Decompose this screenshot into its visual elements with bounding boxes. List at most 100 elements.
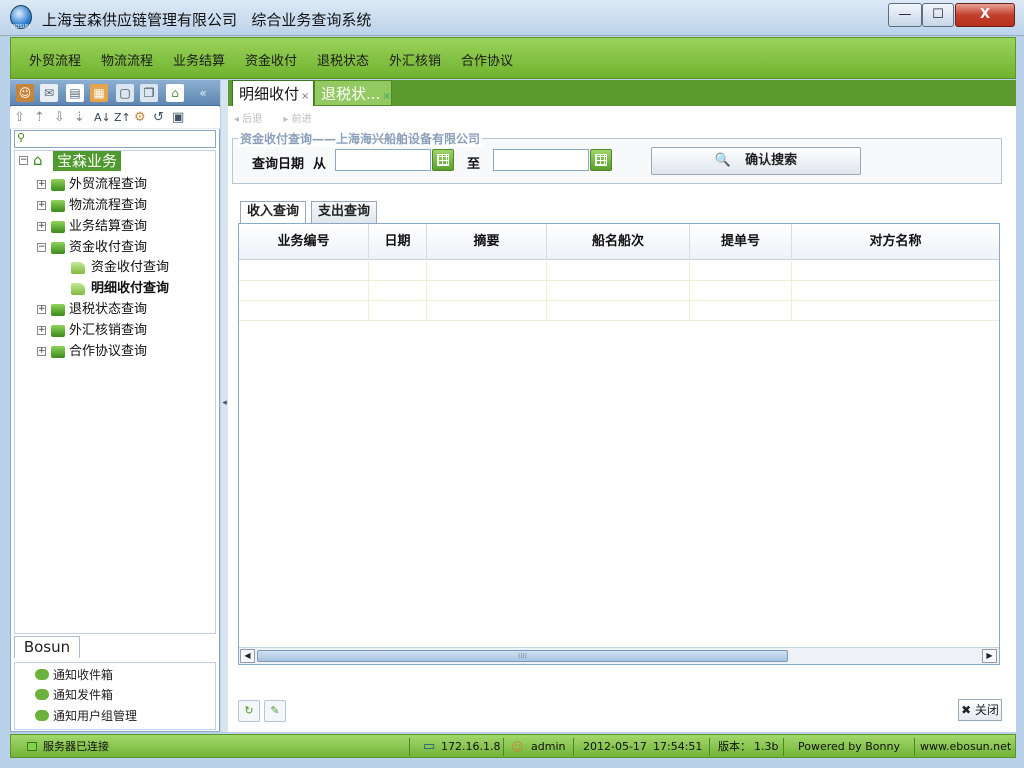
expand-toggle-icon[interactable]: + xyxy=(37,305,46,314)
column-header[interactable]: 摘要 xyxy=(427,224,547,260)
collapse-arrow-icon[interactable]: ◂ xyxy=(221,398,228,408)
current-date: 2012-05-17 xyxy=(583,740,647,753)
chat-bubble-icon xyxy=(35,689,49,700)
search-icon: ⚲ xyxy=(17,131,26,144)
column-header[interactable]: 日期 xyxy=(369,224,427,260)
forward-button[interactable]: ▸ 前进 xyxy=(283,114,311,125)
home-icon[interactable]: ⌂ xyxy=(166,84,184,102)
sort-desc-icon[interactable]: Z↑ xyxy=(114,110,131,126)
app-name: 上海宝森供应链管理有限公司 xyxy=(42,11,238,29)
collapse-toggle-icon[interactable]: − xyxy=(37,243,46,252)
home-icon: ⌂ xyxy=(33,151,43,169)
tree-toolbar: ⇧ ⇡ ⇩ ⇣ A↓ Z↑ ⚙ ↺ ▣ xyxy=(10,107,220,129)
expand-toggle-icon[interactable]: + xyxy=(37,201,46,210)
menu-funds[interactable]: 资金收付 xyxy=(245,50,297,69)
search-button-label: 确认搜索 xyxy=(745,153,798,168)
menu-agreements[interactable]: 合作协议 xyxy=(461,50,513,69)
tab-tax-refund[interactable]: 退税状... × xyxy=(314,80,392,106)
tree-item-label: 物流流程查询 xyxy=(69,198,148,213)
copy-icon[interactable]: ❐ xyxy=(140,84,158,102)
refresh-button[interactable]: ↻ xyxy=(238,700,260,722)
expand-all-icon[interactable]: ⚙ xyxy=(134,110,146,126)
menu-forex[interactable]: 外汇核销 xyxy=(389,50,441,69)
server-status: 服务器已连接 xyxy=(43,740,109,753)
scroll-right-button[interactable]: ▶ xyxy=(982,649,997,663)
date-from-input[interactable] xyxy=(335,149,431,171)
menu-foreign-trade[interactable]: 外贸流程 xyxy=(29,50,81,69)
collapse-icon[interactable]: « xyxy=(194,84,212,102)
table-row[interactable] xyxy=(239,261,999,281)
nav-buttons: ◂ 后退 ▸ 前进 xyxy=(234,110,312,125)
bosun-panel-tab[interactable]: Bosun xyxy=(14,636,80,658)
column-header[interactable]: 对方名称 xyxy=(792,224,999,260)
tree-item-label: 退税状态查询 xyxy=(69,302,148,317)
tab-detail-payments[interactable]: 明细收付 × xyxy=(232,80,314,106)
tree-item-label: 外贸流程查询 xyxy=(69,177,148,192)
date-to-picker[interactable] xyxy=(590,149,612,171)
tree-search-input[interactable]: ⚲ xyxy=(14,130,216,148)
calendar-icon xyxy=(595,154,607,166)
tab-expense-query[interactable]: 支出查询 xyxy=(311,201,378,223)
menu-settlement[interactable]: 业务结算 xyxy=(173,50,225,69)
users-icon[interactable]: ☺ xyxy=(16,84,34,102)
column-header[interactable]: 提单号 xyxy=(690,224,792,260)
minimize-button[interactable]: — xyxy=(888,3,922,27)
notification-panel: 通知收件箱 通知发件箱 通知用户组管理 xyxy=(14,662,216,730)
query-legend: 资金收付查询——上海海兴船舶设备有限公司 xyxy=(238,130,483,147)
move-top-icon[interactable]: ⇧ xyxy=(14,110,25,126)
grid-header: 业务编号 日期 摘要 船名船次 提单号 对方名称 xyxy=(239,224,999,260)
export-button[interactable]: ✎ xyxy=(264,700,286,722)
mail-icon[interactable]: ✉ xyxy=(40,84,58,102)
expand-toggle-icon[interactable]: + xyxy=(37,222,46,231)
move-up-icon[interactable]: ⇡ xyxy=(34,110,45,126)
sort-asc-icon[interactable]: A↓ xyxy=(94,110,111,126)
horizontal-scrollbar[interactable]: ◀ ⁞⁞⁞⁞ ▶ xyxy=(239,647,999,664)
back-button[interactable]: ◂ 后退 xyxy=(234,114,262,125)
expand-toggle-icon[interactable]: + xyxy=(37,347,46,356)
column-header[interactable]: 业务编号 xyxy=(239,224,369,260)
left-toolbar: ☺ ✉ ▤ ▦ ▢ ❐ ⌂ « xyxy=(10,80,220,106)
chat-bubble-icon xyxy=(35,710,49,721)
expand-toggle-icon[interactable]: + xyxy=(37,326,46,335)
tab-income-query[interactable]: 收入查询 xyxy=(240,201,307,223)
confirm-search-button[interactable]: 🔍 确认搜索 xyxy=(651,147,861,175)
monitor-icon: ▭ xyxy=(423,739,436,754)
subtab-label: 收入查询 xyxy=(247,204,300,219)
node-icon xyxy=(51,304,65,316)
settings-icon[interactable]: ▣ xyxy=(172,110,184,126)
menu-tax-refund[interactable]: 退税状态 xyxy=(317,50,369,69)
refresh-tree-icon[interactable]: ↺ xyxy=(153,110,164,126)
close-window-button[interactable]: X xyxy=(955,3,1015,27)
document-icon[interactable]: ▤ xyxy=(66,84,84,102)
close-tab-button[interactable]: ✖ 关闭 xyxy=(958,699,1002,721)
move-bottom-icon[interactable]: ⇣ xyxy=(74,110,85,126)
window-icon[interactable]: ▢ xyxy=(116,84,134,102)
expand-toggle-icon[interactable]: + xyxy=(37,180,46,189)
pane-splitter[interactable]: ◂ xyxy=(221,80,228,732)
tree-root[interactable]: − ⌂ 宝森业务 xyxy=(15,151,215,171)
collapse-toggle-icon[interactable]: − xyxy=(19,156,28,165)
tab-close-icon[interactable]: × xyxy=(382,91,390,102)
date-to-input[interactable] xyxy=(493,149,589,171)
scroll-thumb[interactable]: ⁞⁞⁞⁞ xyxy=(257,650,788,662)
close-icon: X xyxy=(979,7,991,22)
document-tabs: 明细收付 × 退税状... × xyxy=(228,80,1016,106)
date-from-picker[interactable] xyxy=(432,149,454,171)
notify-inbox-label: 通知收件箱 xyxy=(53,668,114,682)
notify-outbox-label: 通知发件箱 xyxy=(53,688,114,702)
tree-item-label: 外汇核销查询 xyxy=(69,323,148,338)
chart-icon[interactable]: ▦ xyxy=(90,84,108,102)
node-icon xyxy=(51,200,65,212)
maximize-button[interactable]: ☐ xyxy=(922,3,954,27)
column-header[interactable]: 船名船次 xyxy=(547,224,690,260)
tree-item-label: 业务结算查询 xyxy=(69,219,148,234)
table-row[interactable] xyxy=(239,281,999,301)
date-label: 查询日期 xyxy=(252,157,305,172)
tab-close-icon[interactable]: × xyxy=(301,91,309,102)
table-row[interactable] xyxy=(239,301,999,321)
move-down-icon[interactable]: ⇩ xyxy=(54,110,65,126)
website-link[interactable]: www.ebosun.net xyxy=(920,739,1011,755)
scroll-left-button[interactable]: ◀ xyxy=(240,649,255,663)
search-icon: 🔍 xyxy=(714,153,732,168)
menu-logistics[interactable]: 物流流程 xyxy=(101,50,153,69)
